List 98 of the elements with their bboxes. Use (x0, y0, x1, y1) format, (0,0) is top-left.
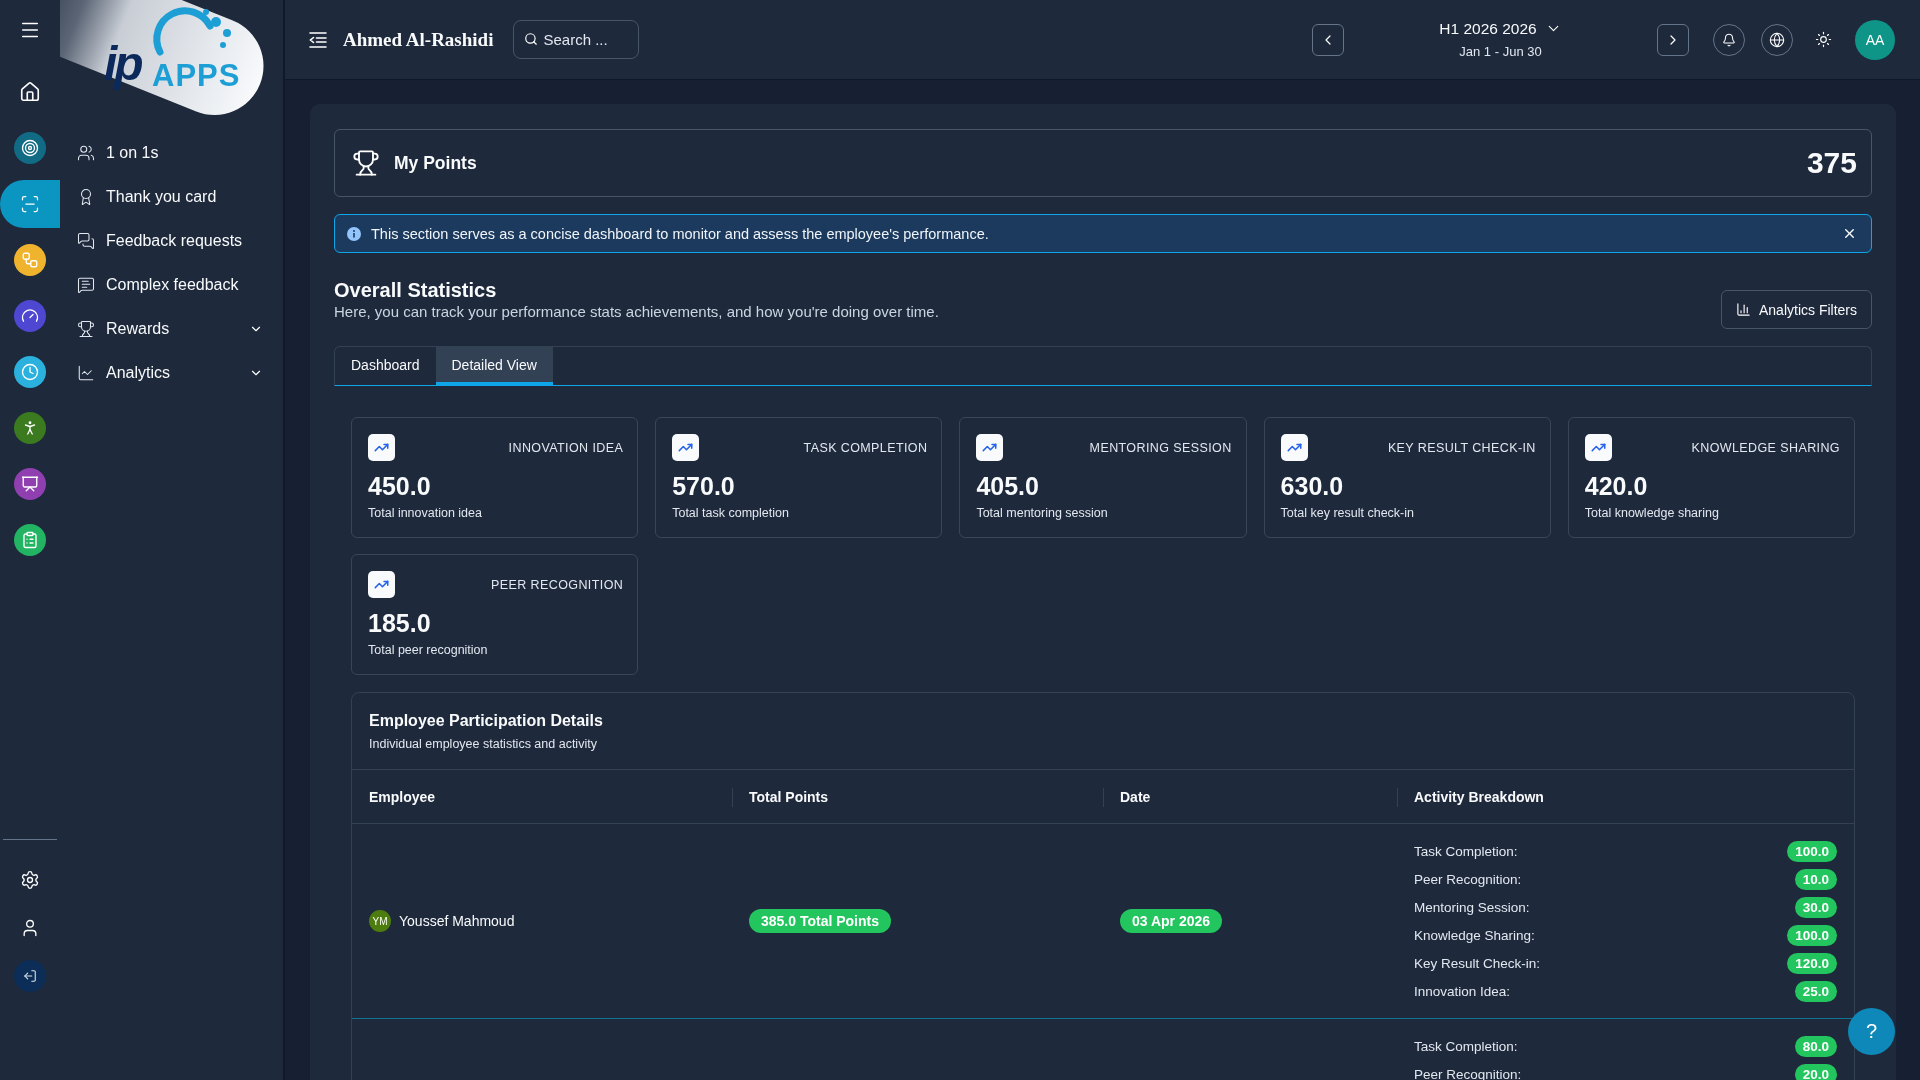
tab[interactable]: Detailed View (435, 347, 553, 385)
activity-label: Task Completion: (1414, 843, 1518, 859)
stat-label: KNOWLEDGE SHARING (1691, 440, 1840, 455)
trophy-icon (77, 320, 95, 338)
employee-name: Youssef Mahmoud (399, 913, 515, 929)
activity-value: 100.0 (1787, 840, 1837, 862)
column-header: Total Points (749, 788, 829, 805)
stat-caption: Total task completion (672, 505, 790, 521)
home-icon[interactable] (19, 81, 41, 103)
sidebar-item[interactable]: Thank you card (77, 175, 263, 219)
trending-up-icon (1584, 434, 1612, 461)
trending-up-icon (976, 434, 1004, 461)
column-header: Activity Breakdown (1414, 788, 1544, 805)
activity-value: 20.0 (1794, 1063, 1837, 1080)
card-subtitle: Individual employee statistics and activity (369, 736, 598, 752)
period-dropdown[interactable]: H1 2026 2026 (1439, 19, 1562, 38)
stat-label: KEY RESULT CHECK-IN (1387, 440, 1536, 455)
activity-label: Innovation Idea: (1414, 983, 1511, 999)
person-icon[interactable] (14, 412, 46, 444)
stat-value: 570.0 (672, 471, 736, 501)
stat-label: TASK COMPLETION (803, 440, 928, 455)
stat-value: 185.0 (368, 608, 432, 638)
search-icon (524, 32, 539, 46)
trophy-icon (352, 149, 380, 177)
activity-value: 30.0 (1794, 896, 1837, 918)
clock-icon[interactable] (14, 356, 46, 388)
stat-value: 450.0 (368, 471, 432, 501)
line-chart-icon (77, 364, 95, 382)
collapse-menu-icon[interactable] (309, 31, 327, 48)
trending-up-icon (368, 434, 395, 461)
info-text: This section serves as a concise dashboard to monitor and assess the employee's performance. (371, 225, 990, 242)
trending-up-icon (672, 434, 700, 461)
user-avatar[interactable]: AA (1855, 19, 1895, 60)
activity-label: Task Completion: (1414, 1038, 1518, 1054)
people-icon (77, 144, 95, 162)
trending-up-icon (368, 571, 395, 598)
activity-label: Knowledge Sharing: (1414, 927, 1535, 943)
stat-caption: Total mentoring session (976, 505, 1109, 521)
logo-text: APPS (152, 60, 241, 91)
activity-value: 100.0 (1787, 924, 1837, 946)
target-icon[interactable] (14, 132, 46, 164)
activity-value: 80.0 (1794, 1035, 1837, 1057)
presentation-icon[interactable] (14, 468, 46, 500)
stat-caption: Total innovation idea (368, 505, 483, 521)
activity-value: 120.0 (1787, 952, 1837, 974)
bar-chart-icon (1735, 302, 1751, 317)
date-badge: 03 Apr 2026 (1120, 909, 1223, 933)
stat-label: MENTORING SESSION (1089, 440, 1232, 455)
previous-button[interactable] (1312, 23, 1344, 56)
points-value: 375 (1806, 146, 1857, 180)
globe-icon (1769, 31, 1785, 48)
trending-up-icon (1280, 434, 1308, 461)
points-title: My Points (394, 152, 478, 174)
period-range: Jan 1 - Jun 30 (1459, 44, 1542, 60)
points-badge: 385.0 Total Points (749, 909, 891, 933)
nav-tab[interactable] (0, 180, 60, 228)
employee-avatar: YM (369, 910, 391, 932)
logo-mark: ip (104, 40, 141, 88)
stat-value: 420.0 (1584, 471, 1649, 501)
stat-caption: Total knowledge sharing (1584, 505, 1720, 521)
stat-label: PEER RECOGNITION (491, 577, 624, 592)
user-name: Ahmed Al-Rashidi (343, 28, 494, 51)
sidebar-item[interactable]: Analytics (77, 351, 263, 395)
message-icon (77, 276, 95, 294)
stat-caption: Total peer recognition (368, 642, 489, 658)
activity-value: 25.0 (1794, 980, 1837, 1002)
sun-icon[interactable] (1815, 31, 1832, 48)
column-header: Date (1120, 788, 1151, 805)
section-title: Overall Statistics (334, 278, 498, 302)
scan-icon (20, 194, 40, 214)
sidebar-item[interactable]: Feedback requests (77, 219, 263, 263)
gauge-icon[interactable] (14, 300, 46, 332)
activity-label: Mentoring Session: (1414, 899, 1530, 915)
activity-label: Key Result Check-in: (1414, 955, 1541, 971)
activity-label: Peer Recognition: (1414, 871, 1522, 887)
tab[interactable]: Dashboard (335, 347, 436, 385)
info-icon (347, 226, 361, 241)
sidebar-item[interactable]: Rewards (77, 307, 263, 351)
clipboard-icon[interactable] (14, 524, 46, 556)
section-subtitle: Here, you can track your performance stats achievements, and how you're doing over time. (334, 303, 939, 321)
stat-label: INNOVATION IDEA (508, 440, 624, 455)
sidebar-item[interactable]: 1 on 1s (77, 131, 263, 175)
stat-value: 405.0 (976, 471, 1040, 501)
close-icon[interactable] (1842, 226, 1857, 241)
workflow-icon[interactable] (14, 244, 46, 276)
analytics-filters-button[interactable]: Analytics Filters (1720, 290, 1872, 329)
next-button[interactable] (1657, 23, 1689, 56)
chat-bubbles-icon (77, 232, 95, 250)
card-title: Employee Participation Details (369, 711, 604, 731)
stat-caption: Total key result check-in (1280, 505, 1415, 521)
column-header: Employee (369, 788, 436, 805)
activity-value: 10.0 (1794, 868, 1837, 890)
logout-icon[interactable] (14, 960, 46, 992)
settings-icon[interactable] (20, 870, 40, 890)
search-field[interactable]: Search ... (513, 20, 640, 59)
stat-value: 630.0 (1280, 471, 1345, 501)
bell-icon (1722, 32, 1736, 47)
sidebar-item[interactable]: Complex feedback (77, 263, 263, 307)
